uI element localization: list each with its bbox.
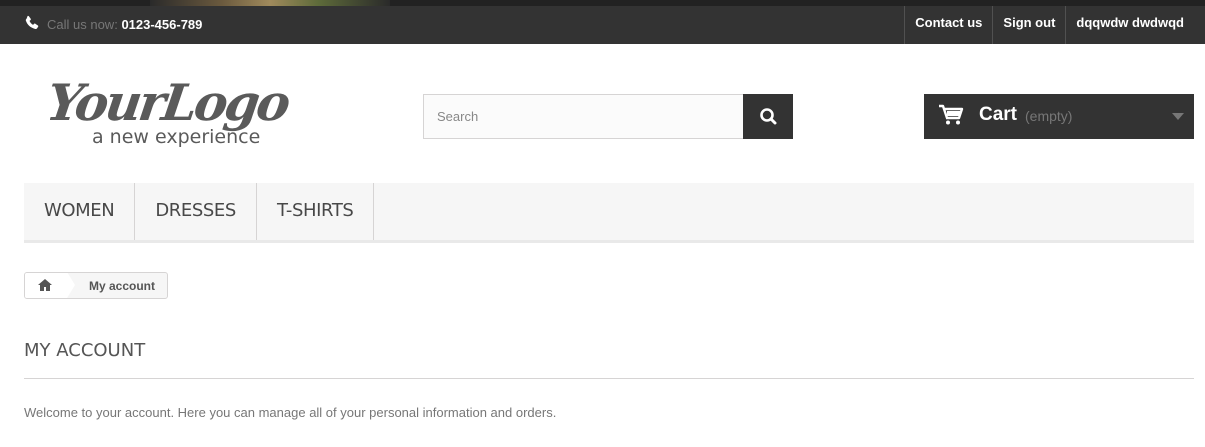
- home-icon: [38, 279, 52, 291]
- phone-number: 0123-456-789: [121, 17, 203, 32]
- site-logo[interactable]: YourLogo a new experience: [50, 68, 340, 150]
- breadcrumb-current: My account: [89, 278, 156, 293]
- menu-item-women[interactable]: WOMEN: [24, 183, 136, 240]
- breadcrumb-home[interactable]: [25, 273, 75, 298]
- account-name-link[interactable]: dqqwdw dwdwqd: [1065, 6, 1194, 44]
- top-bar: Call us now: 0123-456-789 Contact us Sig…: [0, 6, 1205, 44]
- search-button[interactable]: [743, 94, 793, 139]
- sign-out-link[interactable]: Sign out: [992, 6, 1065, 44]
- search-form: [423, 94, 793, 139]
- page-title: MY ACCOUNT: [24, 340, 1194, 379]
- main-menu: WOMEN DRESSES T-SHIRTS: [24, 183, 1194, 243]
- contact-us-link[interactable]: Contact us: [904, 6, 992, 44]
- search-input[interactable]: [423, 94, 744, 139]
- breadcrumb: My account: [24, 272, 169, 299]
- account-info-text: Welcome to your account. Here you can ma…: [24, 405, 557, 420]
- header-nav: Contact us Sign out dqqwdw dwdwqd: [904, 6, 1194, 44]
- logo-tagline: a new experience: [92, 126, 260, 148]
- cart-button[interactable]: Cart (empty): [924, 94, 1194, 139]
- search-icon: [760, 108, 777, 125]
- menu-item-dresses[interactable]: DRESSES: [135, 183, 257, 240]
- phone-icon: [25, 15, 39, 30]
- logo-name: YourLogo: [50, 73, 293, 132]
- cart-label: Cart: [979, 104, 1018, 125]
- menu-item-t-shirts[interactable]: T-SHIRTS: [257, 183, 375, 240]
- chevron-down-icon: [1172, 113, 1184, 120]
- cart-icon: [939, 104, 964, 125]
- call-us-label: Call us now:: [47, 17, 118, 32]
- cart-status: (empty): [1025, 108, 1073, 124]
- call-us-text: Call us now: 0123-456-789: [47, 17, 202, 32]
